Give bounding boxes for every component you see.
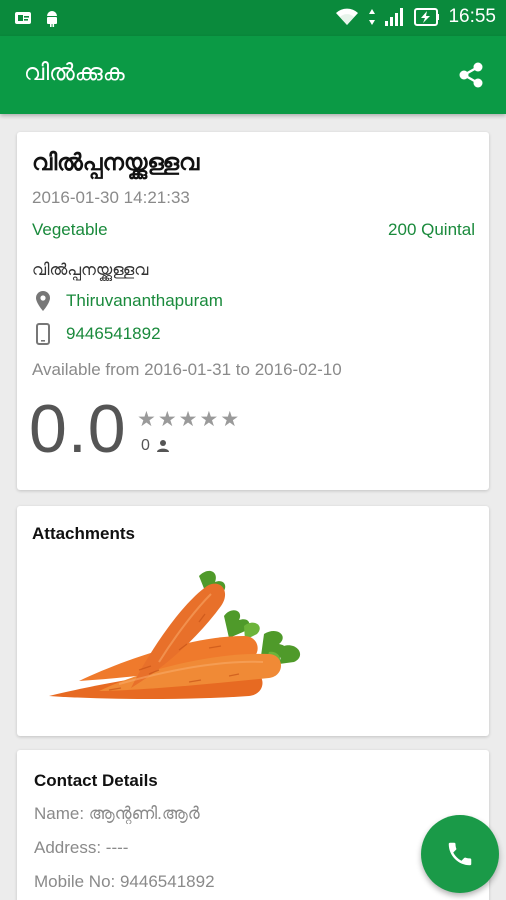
location-row[interactable]: Thiruvananthapuram <box>32 290 223 312</box>
call-button[interactable] <box>421 815 499 893</box>
rating-count: 0 <box>141 437 150 454</box>
contact-title: Contact Details <box>34 771 158 790</box>
phone-call-icon <box>448 842 472 866</box>
clock: 16:55 <box>448 6 496 27</box>
notification-icon <box>15 12 31 24</box>
phone-row[interactable]: 9446541892 <box>32 323 161 345</box>
share-icon <box>459 62 483 88</box>
star-icon: ★ <box>178 407 198 431</box>
seller-label: വിൽപ്പനയ്ക്കുള്ളവ <box>32 260 149 279</box>
star-icon: ★ <box>137 407 156 431</box>
listing-card: വിൽപ്പനയ്ക്കുള്ളവ 2016-01-30 14:21:33 Ve… <box>17 132 489 490</box>
listing-quantity: 200 Quintal <box>388 220 475 239</box>
app-bar: വിൽക്കുക <box>0 36 506 114</box>
battery-charging-icon <box>414 8 440 26</box>
carrot-image[interactable] <box>39 566 304 706</box>
location-text: Thiruvananthapuram <box>66 291 223 310</box>
availability-text: Available from 2016-01-31 to 2016-02-10 <box>32 360 342 379</box>
listing-datetime: 2016-01-30 14:21:33 <box>32 188 190 207</box>
attachments-title: Attachments <box>32 524 135 543</box>
star-icon: ★ <box>220 407 240 431</box>
status-bar: 16:55 <box>0 0 506 36</box>
rating-value: 0.0 <box>29 391 127 467</box>
contact-name: Name: ആന്റണി.ആർ <box>34 804 200 823</box>
person-icon <box>156 440 169 452</box>
star-icon: ★ <box>199 407 219 431</box>
wifi-icon <box>336 8 359 25</box>
contact-card: Contact Details Name: ആന്റണി.ആർ Address:… <box>17 750 489 900</box>
location-pin-icon <box>32 290 54 312</box>
mobile-phone-icon <box>32 323 54 345</box>
contact-address: Address: ---- <box>34 838 129 857</box>
signal-icon <box>385 8 404 26</box>
android-icon <box>47 11 57 27</box>
listing-category: Vegetable <box>32 220 108 239</box>
rating-count-row: 0 <box>141 437 170 455</box>
listing-title: വിൽപ്പനയ്ക്കുള്ളവ <box>32 150 200 176</box>
app-title: വിൽക്കുക <box>24 60 125 86</box>
share-button[interactable] <box>454 58 488 92</box>
contact-mobile: Mobile No: 9446541892 <box>34 872 215 891</box>
rating-stars[interactable]: ★ ★ ★ ★ ★ <box>137 409 239 430</box>
star-icon: ★ <box>157 407 177 431</box>
phone-text: 9446541892 <box>66 324 161 343</box>
data-transfer-icon <box>369 9 376 25</box>
attachments-card: Attachments <box>17 506 489 736</box>
